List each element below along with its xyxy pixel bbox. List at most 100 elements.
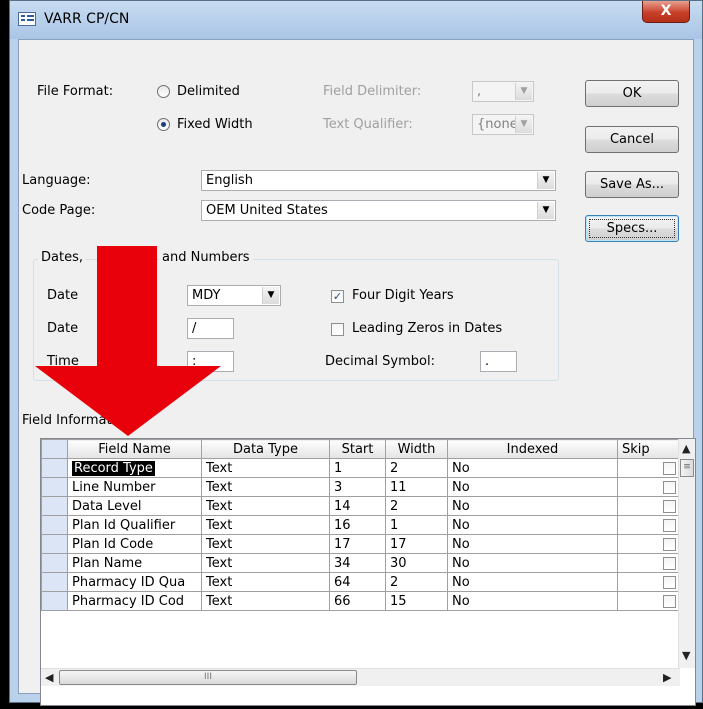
save-as-button[interactable]: Save As... [585,171,679,198]
cell-width[interactable]: 17 [385,534,448,554]
vertical-scroll-thumb[interactable]: ≡ [680,459,694,477]
cell-indexed[interactable]: No [447,553,618,573]
cell-width[interactable]: 11 [385,477,448,497]
column-header-indexed[interactable]: Indexed [447,439,618,459]
chevron-down-icon[interactable]: ▼ [537,172,554,189]
cell-start[interactable]: 1 [329,458,386,478]
cell-indexed[interactable]: No [447,515,618,535]
date-order-select[interactable]: MDY ▼ [187,285,281,306]
row-selector[interactable] [41,515,68,535]
column-header-skip[interactable]: Skip [617,439,681,459]
scroll-up-icon[interactable]: ▲ [682,442,690,455]
scroll-right-icon[interactable]: ▶ [663,671,671,684]
cell-field-name[interactable]: Data Level [67,496,202,516]
cell-data-type[interactable]: Text [201,496,330,516]
date-delimiter-input[interactable]: / [187,318,234,339]
cell-data-type[interactable]: Text [201,572,330,592]
column-header-data-type[interactable]: Data Type [201,439,330,459]
cell-width[interactable]: 2 [385,458,448,478]
row-selector[interactable] [41,572,68,592]
cell-start[interactable]: 17 [329,534,386,554]
cell-start[interactable]: 66 [329,591,386,611]
cell-start[interactable]: 14 [329,496,386,516]
row-selector[interactable] [41,477,68,497]
cell-skip[interactable] [617,515,681,535]
cell-skip[interactable] [617,477,681,497]
cell-skip[interactable] [617,553,681,573]
specs-button[interactable]: Specs... [585,215,679,242]
skip-checkbox[interactable] [663,461,676,475]
row-selector[interactable] [41,458,68,478]
skip-checkbox[interactable] [663,499,676,513]
column-header-field-name[interactable]: Field Name [67,439,202,459]
table-row[interactable]: Plan Id Qualifier Text 16 1 No [41,515,681,535]
row-selector[interactable] [41,534,68,554]
cell-start[interactable]: 34 [329,553,386,573]
cell-indexed[interactable]: No [447,458,618,478]
cell-skip[interactable] [617,591,681,611]
cell-data-type[interactable]: Text [201,553,330,573]
cell-indexed[interactable]: No [447,591,618,611]
cell-data-type[interactable]: Text [201,591,330,611]
cell-start[interactable]: 3 [329,477,386,497]
ok-button[interactable]: OK [585,80,679,107]
four-digit-years-label[interactable]: Four Digit Years [352,288,454,303]
cell-field-name[interactable]: Pharmacy ID Cod [67,591,202,611]
cell-data-type[interactable]: Text [201,515,330,535]
column-header-width[interactable]: Width [385,439,448,459]
chevron-down-icon[interactable]: ▼ [537,202,554,219]
skip-checkbox[interactable] [663,594,676,608]
scroll-left-icon[interactable]: ◀ [45,671,53,684]
cell-data-type[interactable]: Text [201,477,330,497]
row-selector[interactable] [41,496,68,516]
horizontal-scrollbar[interactable]: ◀ III ▶ [41,668,680,686]
cell-indexed[interactable]: No [447,572,618,592]
skip-checkbox[interactable] [663,537,676,551]
code-page-select[interactable]: OEM United States ▼ [201,200,556,221]
cell-data-type[interactable]: Text [201,458,330,478]
cell-width[interactable]: 2 [385,496,448,516]
cell-width[interactable]: 15 [385,591,448,611]
skip-checkbox[interactable] [663,556,676,570]
cell-width[interactable]: 2 [385,572,448,592]
cell-data-type[interactable]: Text [201,534,330,554]
table-row[interactable]: Line Number Text 3 11 No [41,477,681,497]
fixed-width-label[interactable]: Fixed Width [177,117,253,132]
cell-skip[interactable] [617,572,681,592]
skip-checkbox[interactable] [663,575,676,589]
leading-zeros-checkbox[interactable] [331,323,344,336]
fixed-width-radio[interactable] [157,118,170,131]
table-row[interactable]: Pharmacy ID Qua Text 64 2 No [41,572,681,592]
row-selector[interactable] [41,591,68,611]
cell-field-name[interactable]: Record Type [67,458,202,478]
vertical-scrollbar[interactable]: ▲ ≡ ▼ [678,439,695,668]
four-digit-years-checkbox[interactable]: ✓ [331,290,344,303]
select-all-corner[interactable] [41,439,68,459]
delimited-radio[interactable] [157,85,170,98]
cell-field-name[interactable]: Line Number [67,477,202,497]
cell-skip[interactable] [617,496,681,516]
table-row[interactable]: Pharmacy ID Cod Text 66 15 No [41,591,681,611]
cell-skip[interactable] [617,534,681,554]
cell-indexed[interactable]: No [447,496,618,516]
cell-width[interactable]: 1 [385,515,448,535]
cell-field-name[interactable]: Pharmacy ID Qua [67,572,202,592]
cell-indexed[interactable]: No [447,534,618,554]
table-row[interactable]: Record Type Text 1 2 No [41,458,681,478]
leading-zeros-label[interactable]: Leading Zeros in Dates [352,321,502,336]
title-bar[interactable]: VARR CP/CN X [10,1,702,39]
close-button[interactable]: X [642,1,690,23]
decimal-symbol-input[interactable]: . [480,351,517,372]
field-information-grid[interactable]: Field Name Data Type Start Width Indexed… [40,438,696,706]
cell-indexed[interactable]: No [447,477,618,497]
table-row[interactable]: Data Level Text 14 2 No [41,496,681,516]
cell-start[interactable]: 16 [329,515,386,535]
row-selector[interactable] [41,553,68,573]
cell-field-name[interactable]: Plan Id Code [67,534,202,554]
scroll-down-icon[interactable]: ▼ [682,649,690,662]
language-select[interactable]: English ▼ [201,170,556,191]
skip-checkbox[interactable] [663,480,676,494]
cell-field-name[interactable]: Plan Name [67,553,202,573]
column-header-start[interactable]: Start [329,439,386,459]
cell-width[interactable]: 30 [385,553,448,573]
